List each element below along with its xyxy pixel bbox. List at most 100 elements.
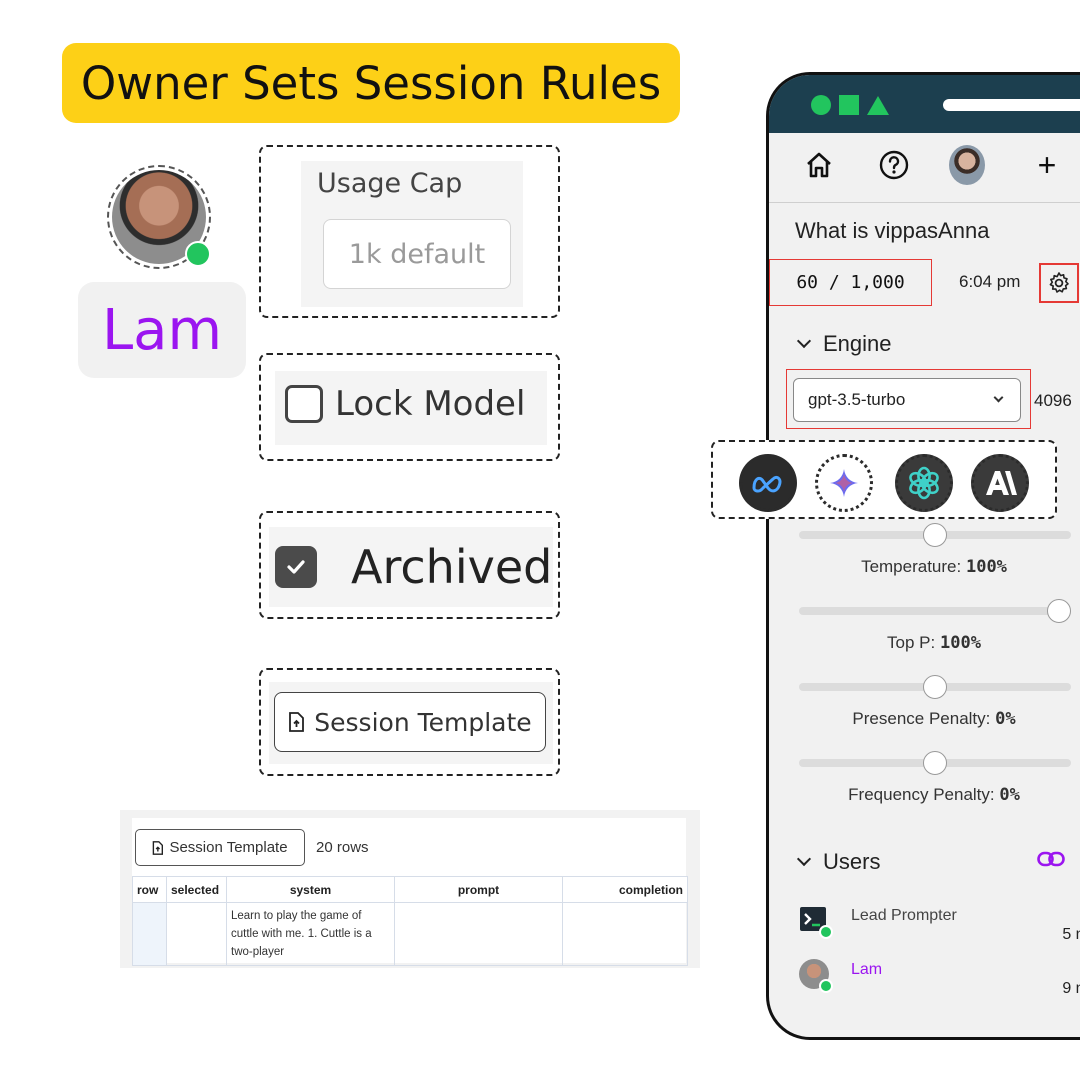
gemini-icon[interactable]	[815, 454, 873, 512]
table-row[interactable]: Learn to play the game of cuttle with me…	[132, 902, 688, 966]
frequency-penalty-value: 0%	[999, 785, 1020, 805]
user-last-active: 5 m	[1062, 926, 1080, 943]
anthropic-icon[interactable]	[971, 454, 1029, 512]
terminal-icon	[799, 905, 833, 939]
lock-model-toggle[interactable]: Lock Model	[285, 384, 525, 424]
session-template-button[interactable]: Session Template	[274, 692, 546, 752]
user-last-active: 9 m	[1062, 980, 1080, 997]
user-row-lead-prompter[interactable]: Lead Prompter 2 5 m	[799, 901, 1080, 949]
chevron-down-icon	[796, 333, 812, 349]
column-header-system[interactable]: system	[226, 876, 395, 903]
column-header-row[interactable]: row	[132, 876, 167, 903]
help-icon[interactable]	[876, 147, 912, 183]
cell-prompt[interactable]	[394, 902, 563, 966]
archived-toggle[interactable]: Archived	[275, 540, 552, 594]
top-p-slider[interactable]	[799, 599, 1071, 623]
slider-thumb[interactable]	[923, 751, 947, 775]
temperature-slider[interactable]	[799, 523, 1071, 547]
owner-avatar	[107, 165, 211, 269]
headline: Owner Sets Session Rules	[62, 43, 680, 123]
online-status-dot	[819, 979, 833, 993]
online-status-dot	[185, 241, 211, 267]
upload-file-icon	[288, 712, 305, 732]
avatar	[799, 959, 833, 993]
presence-penalty-slider[interactable]	[799, 675, 1071, 699]
cell-row	[132, 902, 167, 966]
online-status-dot	[819, 925, 833, 939]
engine-selected-value: gpt-3.5-turbo	[808, 390, 906, 409]
status-shapes	[811, 95, 889, 115]
upload-file-icon	[152, 840, 164, 855]
presence-penalty-value: 0%	[995, 709, 1016, 729]
column-header-completion[interactable]: completion	[562, 876, 688, 903]
top-p-label: Top P: 100%	[769, 633, 1080, 653]
presence-penalty-label-text: Presence Penalty:	[852, 709, 991, 728]
temperature-value: 100%	[965, 557, 1007, 577]
archived-checkbox[interactable]	[275, 546, 317, 588]
session-time: 6:04 pm	[959, 272, 1021, 291]
clipped-section-heading	[819, 1033, 899, 1040]
users-heading: Users	[823, 849, 881, 874]
openai-icon[interactable]	[895, 454, 953, 512]
user-name: Lead Prompter	[851, 907, 957, 924]
status-circle-icon	[811, 95, 831, 115]
model-provider-picker	[711, 440, 1057, 519]
frequency-penalty-label-text: Frequency Penalty:	[848, 785, 995, 804]
engine-section-toggle[interactable]: Engine	[796, 331, 892, 357]
owner-name: Lam	[78, 282, 246, 378]
temperature-label: Temperature: 100%	[769, 557, 1080, 577]
top-p-value: 100%	[939, 633, 981, 653]
lock-model-checkbox[interactable]	[285, 385, 323, 423]
column-header-selected[interactable]: selected	[166, 876, 227, 903]
engine-select-highlight: gpt-3.5-turbo	[786, 369, 1031, 429]
phone-status-bar	[769, 75, 1080, 133]
status-square-icon	[839, 95, 859, 115]
chevron-down-icon	[993, 392, 1004, 403]
archived-label: Archived	[351, 540, 553, 594]
template-table-preview: Session Template 20 rows row selected sy…	[120, 810, 700, 968]
session-title: What is vippasAnna	[795, 218, 990, 243]
frequency-penalty-slider[interactable]	[799, 751, 1071, 775]
meta-icon[interactable]	[739, 454, 797, 512]
lock-model-label: Lock Model	[335, 384, 526, 424]
temperature-label-text: Temperature:	[861, 557, 962, 576]
top-nav: +	[769, 133, 1080, 198]
rows-count: 20 rows	[316, 839, 369, 856]
cell-system[interactable]: Learn to play the game of cuttle with me…	[226, 902, 395, 966]
presence-penalty-label: Presence Penalty: 0%	[769, 709, 1080, 729]
settings-button[interactable]	[1039, 263, 1079, 303]
slider-thumb[interactable]	[923, 523, 947, 547]
slider-thumb[interactable]	[923, 675, 947, 699]
session-template-label: Session Template	[314, 707, 532, 737]
phone-frame: + What is vippasAnna 60 / 1,000 6:04 pm …	[766, 72, 1080, 1040]
max-tokens-value: 4096	[1034, 391, 1072, 410]
engine-heading: Engine	[823, 331, 892, 356]
cell-selected[interactable]	[166, 902, 227, 966]
checkmark-icon	[287, 560, 305, 574]
usage-cap-label: Usage Cap	[317, 168, 463, 199]
engine-select[interactable]: gpt-3.5-turbo	[793, 378, 1021, 422]
usage-counter: 60 / 1,000	[769, 259, 932, 306]
gear-icon	[1049, 272, 1069, 293]
cell-completion[interactable]	[562, 902, 688, 966]
link-icon[interactable]	[1037, 851, 1065, 872]
user-row-lam[interactable]: Lam 7 9 m	[799, 955, 1080, 1003]
column-header-prompt[interactable]: prompt	[394, 876, 563, 903]
chevron-down-icon	[796, 851, 812, 867]
template-table: row selected system prompt completion Le…	[132, 876, 688, 966]
slider-thumb[interactable]	[1047, 599, 1071, 623]
status-triangle-icon	[867, 95, 889, 115]
nav-divider	[769, 202, 1080, 203]
session-template-button-small[interactable]: Session Template	[135, 829, 305, 866]
home-icon[interactable]	[801, 147, 837, 183]
avatar	[949, 145, 985, 185]
usage-cap-input[interactable]: 1k default	[323, 219, 511, 289]
session-template-small-label: Session Template	[169, 839, 288, 856]
users-section-toggle[interactable]: Users	[796, 849, 881, 875]
status-bar-pill	[943, 99, 1080, 111]
plus-icon[interactable]: +	[1029, 147, 1065, 183]
user-name: Lam	[851, 961, 883, 978]
frequency-penalty-label: Frequency Penalty: 0%	[769, 785, 1080, 805]
user-avatar-icon[interactable]	[949, 145, 985, 185]
template-table-container: Session Template 20 rows row selected sy…	[132, 818, 688, 966]
